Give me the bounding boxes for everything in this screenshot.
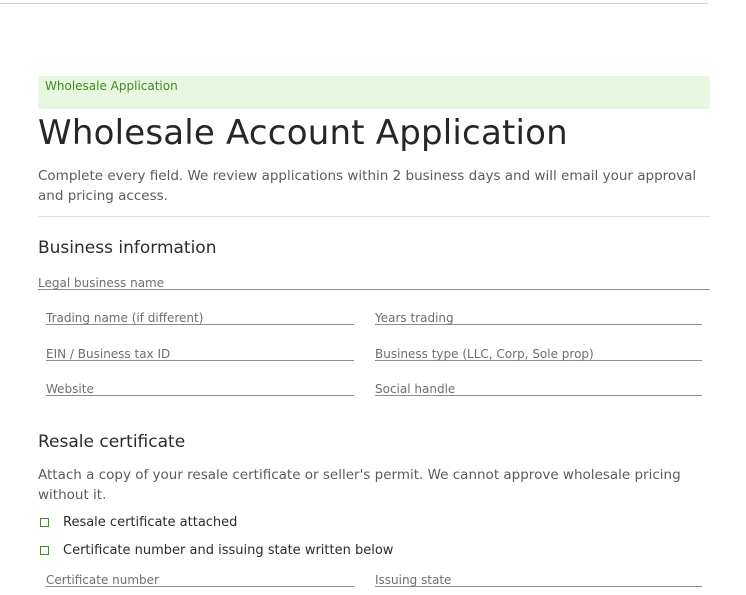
issuing-state-field[interactable] [375, 569, 702, 587]
resale-certificate-heading: Resale certificate [38, 432, 186, 452]
certificate-number-input[interactable] [46, 573, 354, 587]
section-divider [38, 216, 710, 217]
resale-attached-checkbox[interactable] [40, 518, 49, 527]
website-field[interactable] [46, 378, 354, 396]
years-trading-input[interactable] [375, 311, 702, 325]
social-handle-field[interactable] [375, 378, 702, 396]
ein-field[interactable] [46, 343, 354, 361]
cert-number-written-checkbox-row[interactable]: Certificate number and issuing state wri… [38, 543, 438, 561]
business-type-input[interactable] [375, 347, 702, 361]
business-type-field[interactable] [375, 343, 702, 361]
breadcrumb-banner: Wholesale Application [38, 76, 710, 109]
legal-name-input[interactable] [38, 276, 710, 290]
business-info-heading: Business information [38, 238, 217, 258]
resale-attached-checkbox-row[interactable]: Resale certificate attached [38, 515, 338, 533]
website-input[interactable] [46, 382, 354, 396]
legal-name-field[interactable] [38, 272, 710, 290]
issuing-state-input[interactable] [375, 573, 702, 587]
resale-note: Attach a copy of your resale certificate… [38, 467, 681, 503]
trading-name-input[interactable] [46, 311, 354, 325]
years-trading-field[interactable] [375, 307, 702, 325]
social-handle-input[interactable] [375, 382, 702, 396]
banner-label: Wholesale Application [45, 79, 178, 93]
cert-number-written-label[interactable]: Certificate number and issuing state wri… [63, 543, 393, 558]
resale-attached-label[interactable]: Resale certificate attached [63, 515, 237, 530]
certificate-number-field[interactable] [46, 569, 354, 587]
page-title: Wholesale Account Application [38, 113, 568, 153]
page-intro: Complete every field. We review applicat… [38, 168, 697, 204]
trading-name-field[interactable] [46, 307, 354, 325]
ein-input[interactable] [46, 347, 354, 361]
cert-number-written-checkbox[interactable] [40, 546, 49, 555]
top-divider [0, 3, 708, 4]
